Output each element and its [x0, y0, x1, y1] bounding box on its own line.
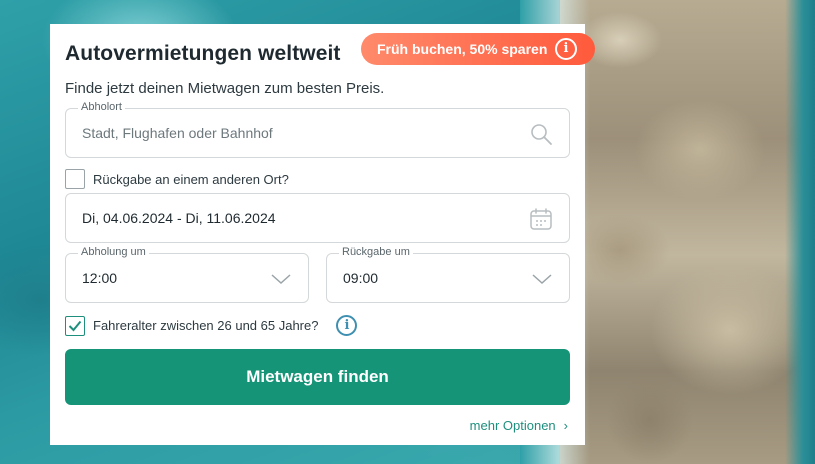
- different-return-row[interactable]: Rückgabe an einem anderen Ort?: [65, 169, 289, 189]
- driver-age-label: Fahreralter zwischen 26 und 65 Jahre?: [93, 318, 319, 333]
- driver-age-row[interactable]: Fahreralter zwischen 26 und 65 Jahre? i: [65, 315, 358, 336]
- promo-label: Früh buchen, 50% sparen: [377, 41, 548, 57]
- pickup-time-select[interactable]: Abholung um 12:00: [65, 246, 309, 303]
- different-return-label: Rückgabe an einem anderen Ort?: [93, 171, 289, 187]
- search-icon: [531, 124, 552, 145]
- pickup-time-label: Abholung um: [78, 246, 149, 258]
- return-time-label: Rückgabe um: [339, 246, 413, 258]
- checkmark-icon: [68, 320, 82, 331]
- rental-dates-value: Di, 04.06.2024 - Di, 11.06.2024: [82, 210, 276, 226]
- pickup-time-value: 12:00: [82, 270, 118, 286]
- background-rocks: [520, 0, 815, 464]
- rental-dates-field[interactable]: Di, 04.06.2024 - Di, 11.06.2024: [65, 193, 570, 243]
- more-options-link[interactable]: mehr Optionen ›: [470, 418, 568, 433]
- return-time-select[interactable]: Rückgabe um 09:00: [326, 246, 570, 303]
- early-booking-promo-badge[interactable]: Früh buchen, 50% sparen i: [361, 33, 595, 65]
- page-subtitle: Finde jetzt deinen Mietwagen zum besten …: [65, 80, 385, 97]
- page-title: Autovermietungen weltweit: [65, 42, 341, 65]
- driver-age-checkbox[interactable]: [65, 315, 85, 336]
- different-return-checkbox[interactable]: [65, 169, 85, 189]
- find-car-button[interactable]: Mietwagen finden: [65, 349, 570, 405]
- calendar-icon: [530, 208, 552, 230]
- return-time-value: 09:00: [343, 270, 379, 286]
- pickup-location-input[interactable]: Stadt, Flughafen oder Bahnhof: [82, 125, 273, 141]
- chevron-right-icon: ›: [563, 418, 568, 433]
- chevron-down-icon: [532, 274, 552, 285]
- more-options-label: mehr Optionen: [469, 418, 556, 433]
- chevron-down-icon: [271, 274, 291, 285]
- car-rental-search-card: Autovermietungen weltweit Früh buchen, 5…: [50, 24, 595, 445]
- promo-info-icon[interactable]: i: [555, 38, 577, 60]
- pickup-location-label: Abholort: [78, 101, 125, 113]
- info-icon[interactable]: i: [336, 315, 358, 336]
- pickup-location-field[interactable]: Abholort Stadt, Flughafen oder Bahnhof: [65, 101, 570, 158]
